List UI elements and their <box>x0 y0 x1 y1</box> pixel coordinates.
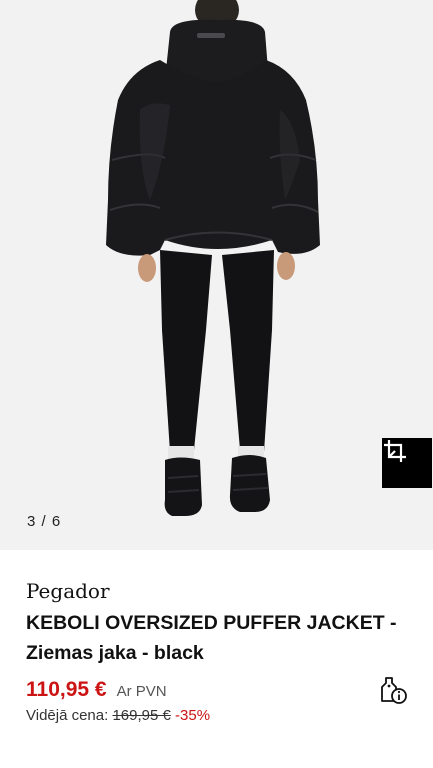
product-image-gallery[interactable]: 3 / 6 <box>0 0 433 550</box>
average-price-label: Vidējā cena: <box>26 707 109 724</box>
product-image[interactable] <box>0 0 433 550</box>
price-info-button[interactable] <box>380 675 408 705</box>
current-price: 110,95 € <box>26 678 107 701</box>
price-tag-info-icon <box>381 677 407 704</box>
price-row: 110,95 € Ar PVN <box>26 678 167 702</box>
fit-finder-button[interactable] <box>382 438 432 488</box>
old-price: 169,95 € <box>112 707 171 724</box>
image-counter: 3 / 6 <box>27 513 62 530</box>
crop-icon <box>384 440 406 462</box>
average-price-row: Vidējā cena: 169,95 € -35% <box>26 707 210 724</box>
discount-badge: -35% <box>175 707 211 724</box>
product-info: Pegador KEBOLI OVERSIZED PUFFER JACKET -… <box>26 578 416 668</box>
product-title: KEBOLI OVERSIZED PUFFER JACKET - Ziemas … <box>26 612 397 664</box>
vat-label: Ar PVN <box>116 683 167 700</box>
brand-name[interactable]: Pegador <box>26 578 416 604</box>
